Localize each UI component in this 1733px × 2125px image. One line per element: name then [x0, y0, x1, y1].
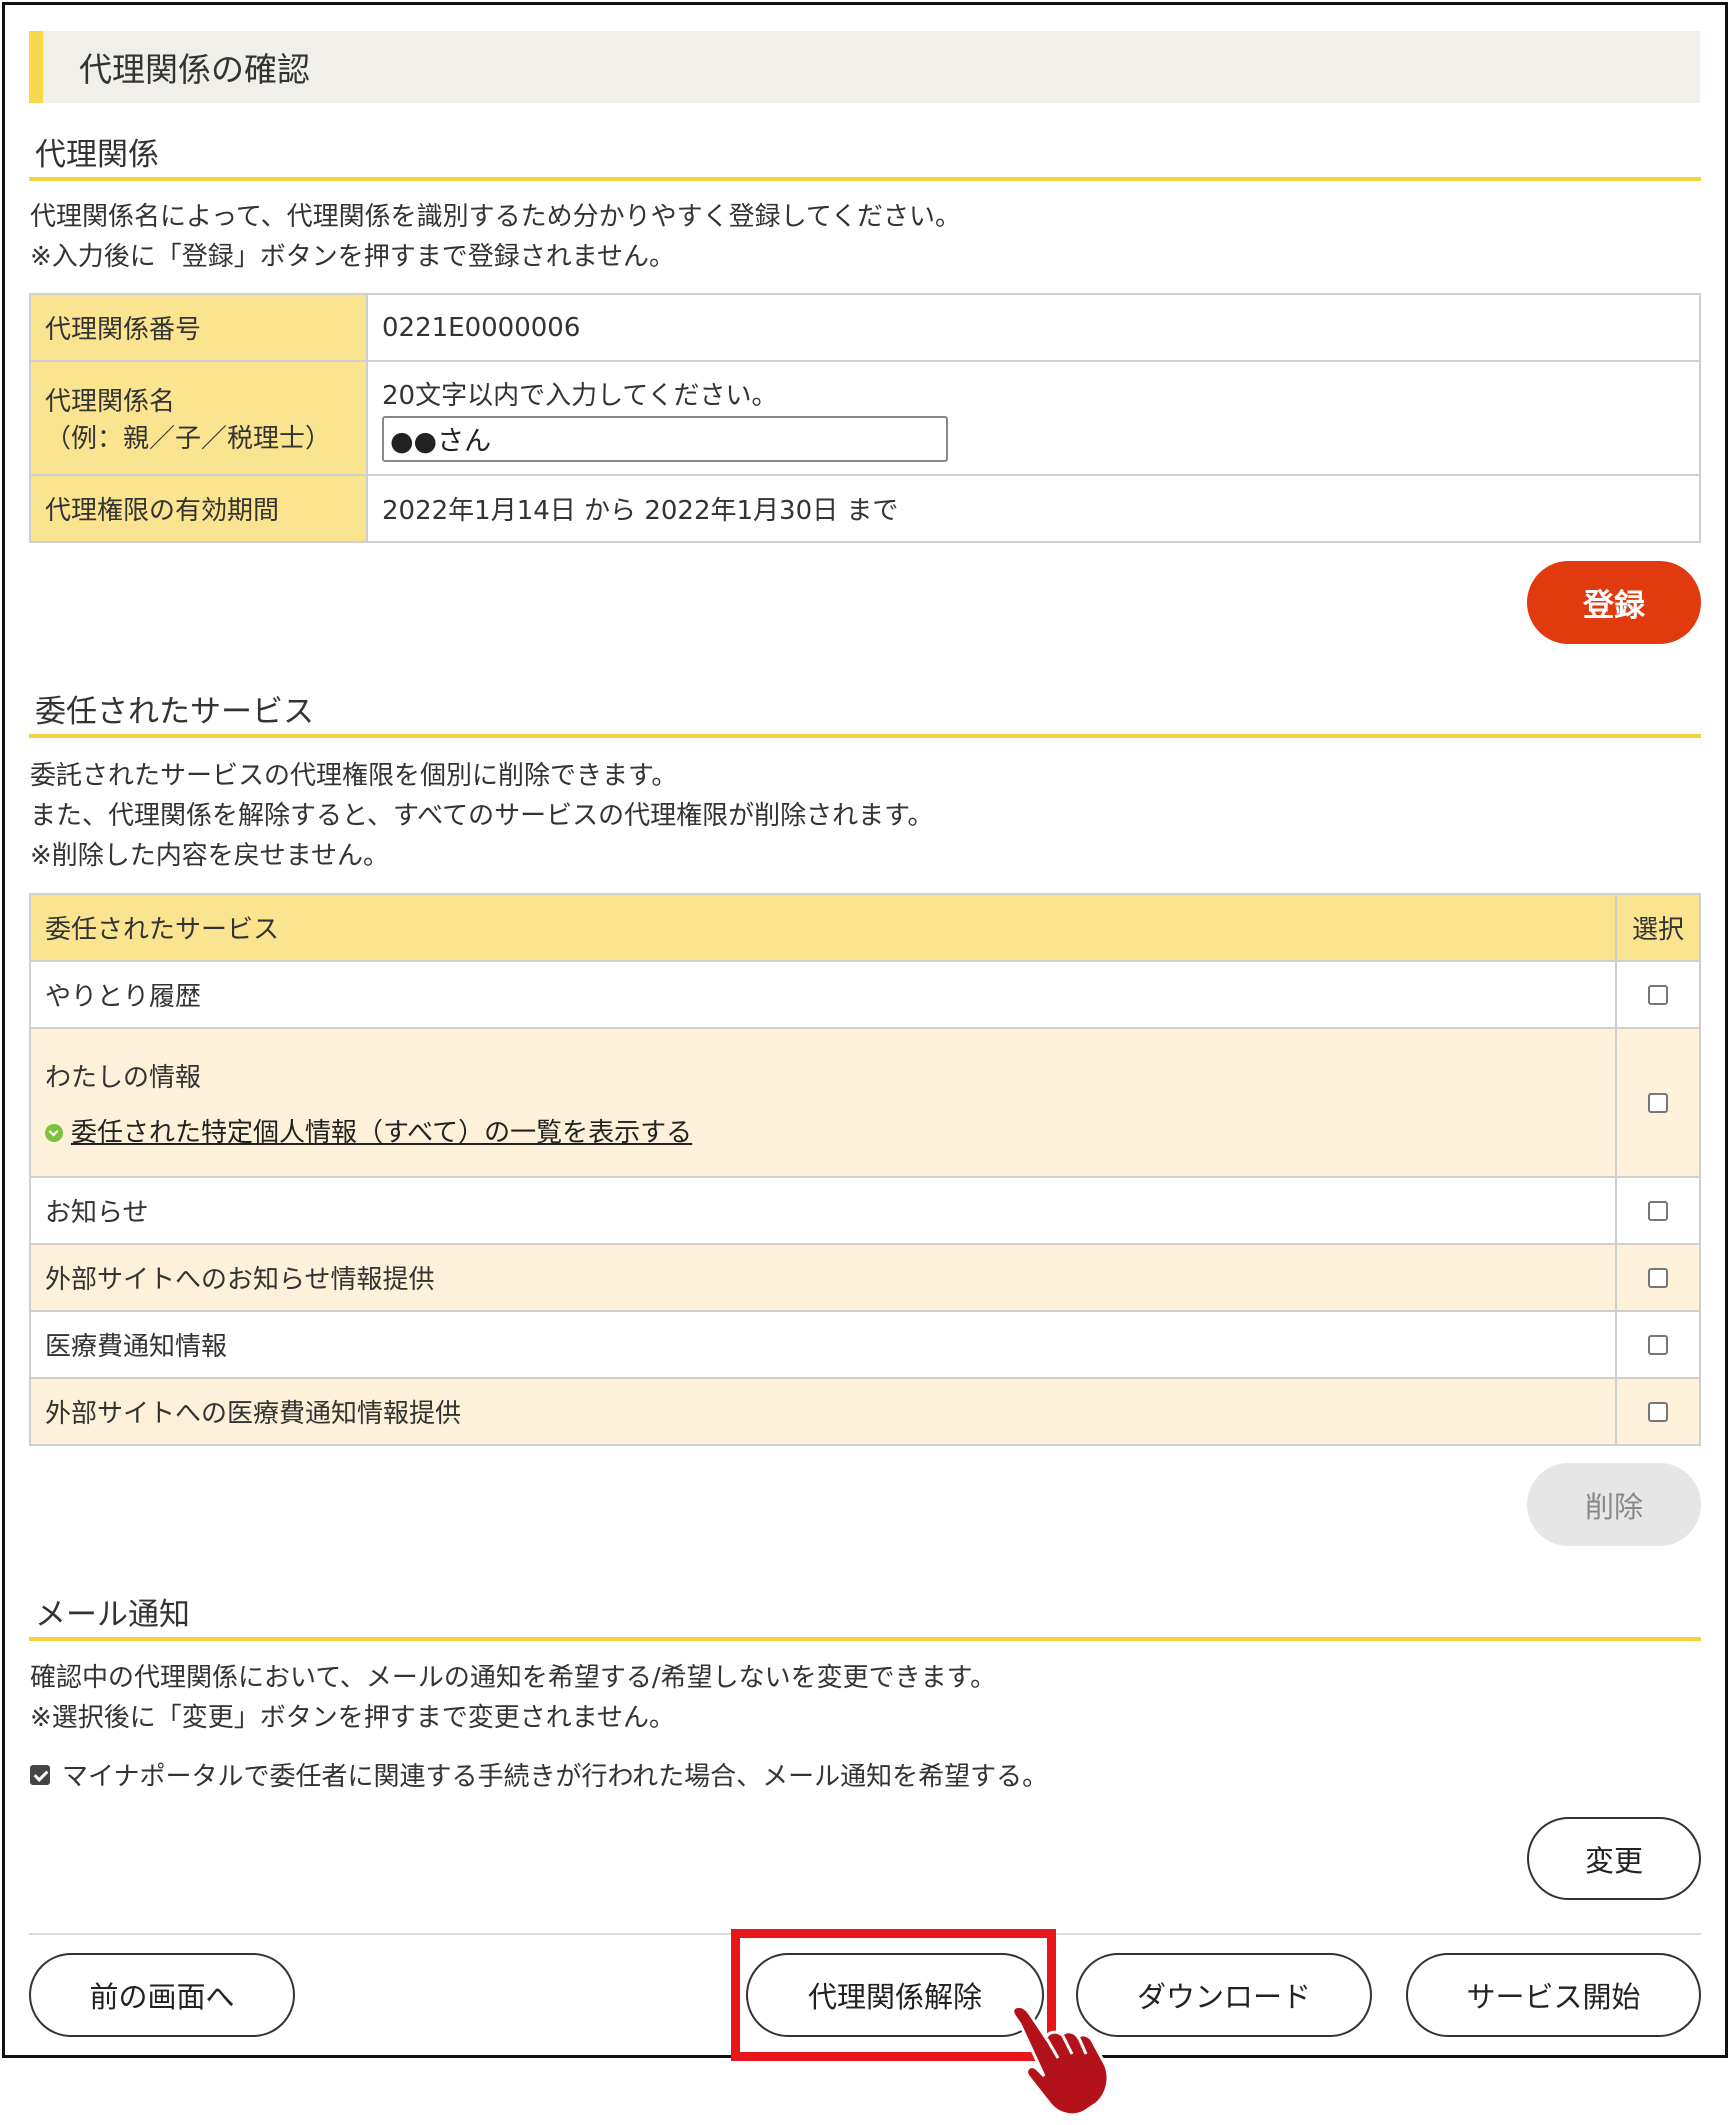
- relationship-desc-2: ※入力後に「登録」ボタンを押すまで登録されません。: [30, 242, 676, 272]
- service-label: お知らせ: [29, 1176, 1617, 1245]
- mail-notify-option: マイナポータルで委任者に関連する手続きが行われた場合、メール通知を希望する。: [30, 1756, 1048, 1793]
- specific-personal-info-link[interactable]: 委任された特定個人情報（すべて）の一覧を表示する: [71, 1118, 692, 1148]
- service-checkbox-4[interactable]: [1648, 1335, 1668, 1355]
- table-row: わたしの情報 委任された特定個人情報（すべて）の一覧を表示する: [29, 1027, 1701, 1178]
- change-button[interactable]: 変更: [1527, 1817, 1701, 1900]
- mail-heading: メール通知: [29, 1593, 1701, 1641]
- validity-period-label: 代理権限の有効期間: [29, 474, 368, 543]
- mail-notify-label: マイナポータルで委任者に関連する手続きが行われた場合、メール通知を希望する。: [62, 1762, 1049, 1792]
- chevron-circle-icon: [45, 1124, 63, 1142]
- relationship-heading: 代理関係: [29, 133, 1701, 181]
- relationship-table: 代理関係番号 0221E0000006 代理関係名 （例：親／子／税理士） 20…: [29, 293, 1701, 543]
- services-table: 委任されたサービス 選択 やりとり履歴 わたしの情報 委任された特定個人情報（す…: [29, 893, 1701, 1446]
- table-row: 医療費通知情報: [29, 1310, 1701, 1379]
- relationship-name-input[interactable]: [382, 415, 948, 462]
- services-desc-3: ※削除した内容を戻せません。: [30, 841, 390, 871]
- table-row: お知らせ: [29, 1176, 1701, 1245]
- mail-desc-1: 確認中の代理関係において、メールの通知を希望する/希望しないを変更できます。: [30, 1663, 997, 1693]
- service-label: わたしの情報: [45, 1062, 202, 1093]
- register-button[interactable]: 登録: [1527, 561, 1701, 644]
- relationship-name-label-example: （例：親／子／税理士）: [45, 424, 332, 454]
- relationship-desc-1: 代理関係名によって、代理関係を識別するため分かりやすく登録してください。: [30, 202, 962, 232]
- service-checkbox-2[interactable]: [1648, 1201, 1668, 1221]
- service-checkbox-3[interactable]: [1648, 1268, 1668, 1288]
- services-col-service: 委任されたサービス: [29, 893, 1617, 962]
- services-col-select: 選択: [1615, 893, 1701, 962]
- highlight-box: [731, 1929, 1056, 2061]
- download-button[interactable]: ダウンロード: [1076, 1953, 1372, 2037]
- page-title: 代理関係の確認: [29, 31, 1700, 103]
- service-label: やりとり履歴: [29, 960, 1617, 1029]
- relationship-name-label-main: 代理関係名: [45, 387, 176, 417]
- mail-desc-2: ※選択後に「変更」ボタンを押すまで変更されません。: [30, 1703, 676, 1733]
- table-row: 外部サイトへの医療費通知情報提供: [29, 1377, 1701, 1446]
- table-row: やりとり履歴: [29, 960, 1701, 1029]
- relationship-number-label: 代理関係番号: [29, 293, 368, 362]
- relationship-name-cell: 20文字以内で入力してください。: [366, 360, 1701, 476]
- service-label: 外部サイトへの医療費通知情報提供: [29, 1377, 1617, 1446]
- service-label: 外部サイトへのお知らせ情報提供: [29, 1243, 1617, 1312]
- relationship-name-label: 代理関係名 （例：親／子／税理士）: [29, 360, 368, 476]
- mail-notify-checkbox[interactable]: [30, 1764, 50, 1785]
- services-desc-1: 委託されたサービスの代理権限を個別に削除できます。: [30, 761, 678, 791]
- service-label: 医療費通知情報: [29, 1310, 1617, 1379]
- service-checkbox-0[interactable]: [1648, 985, 1668, 1005]
- delete-button[interactable]: 削除: [1527, 1463, 1701, 1546]
- back-button[interactable]: 前の画面へ: [29, 1953, 295, 2037]
- service-checkbox-1[interactable]: [1648, 1093, 1668, 1113]
- table-row: 外部サイトへのお知らせ情報提供: [29, 1243, 1701, 1312]
- relationship-number-value: 0221E0000006: [366, 293, 1701, 362]
- relationship-name-hint: 20文字以内で入力してください。: [382, 380, 778, 411]
- services-desc-2: また、代理関係を解除すると、すべてのサービスの代理権限が削除されます。: [30, 801, 934, 831]
- validity-period-value: 2022年1月14日 から 2022年1月30日 まで: [366, 474, 1701, 543]
- services-heading: 委任されたサービス: [29, 690, 1701, 738]
- service-start-button[interactable]: サービス開始: [1406, 1953, 1701, 2037]
- service-detail-link-row: 委任された特定個人情報（すべて）の一覧を表示する: [45, 1112, 1601, 1149]
- pointing-hand-icon: [1011, 2004, 1110, 2117]
- service-checkbox-5[interactable]: [1648, 1402, 1668, 1422]
